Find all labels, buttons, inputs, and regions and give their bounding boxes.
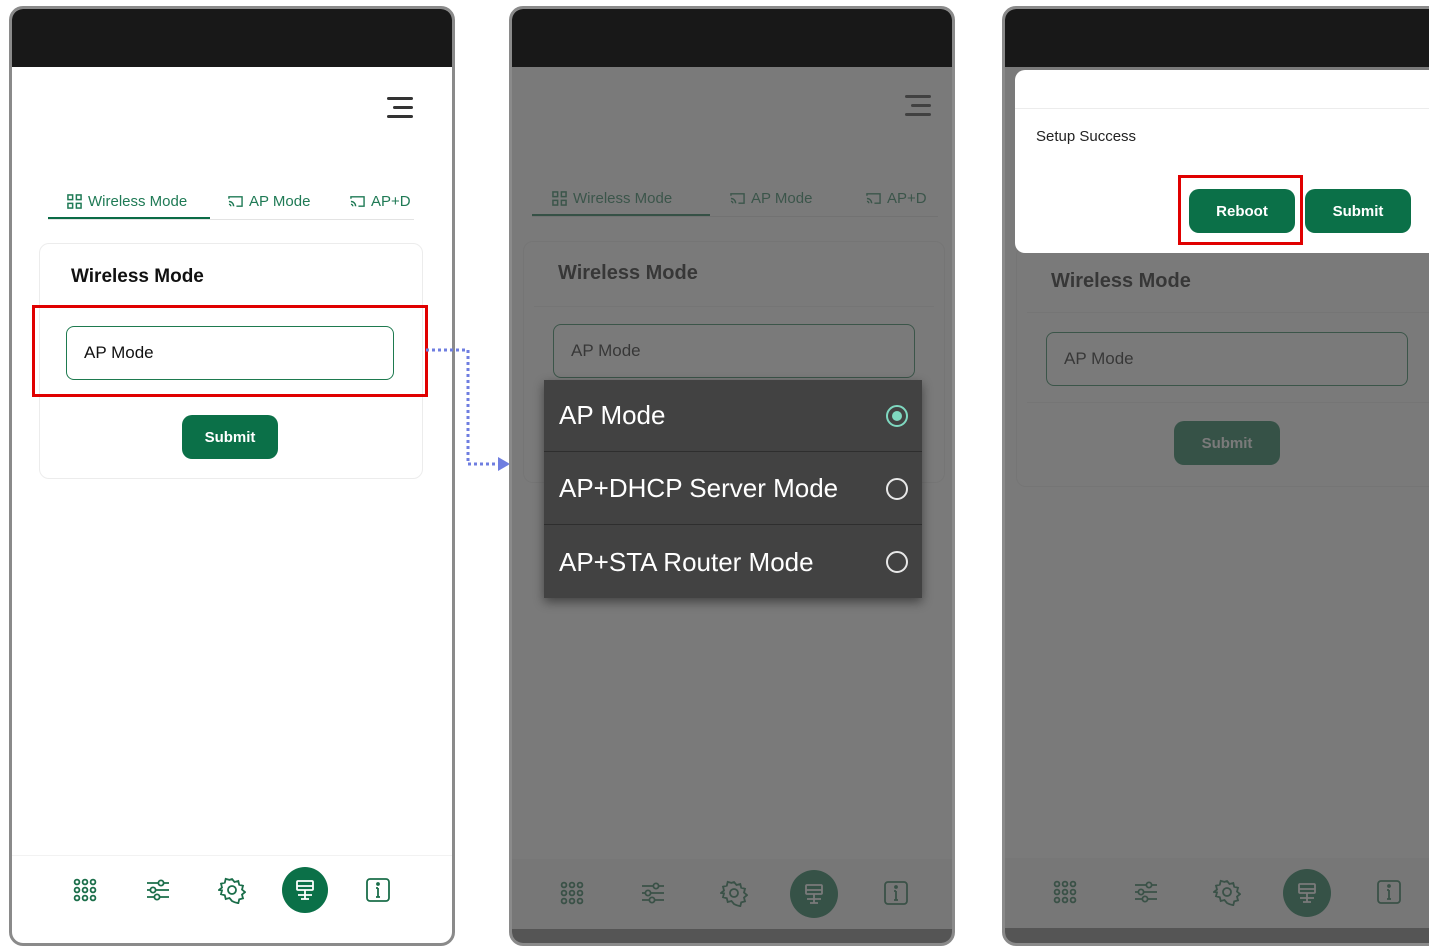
dropdown-option-ap-sta[interactable]: AP+STA Router Mode [544,526,922,598]
tabs-divider [48,219,414,220]
dialog-submit-button[interactable]: Submit [1305,189,1411,233]
cast-icon [350,195,365,207]
gear-icon[interactable] [216,876,247,905]
router-icon[interactable] [282,867,328,913]
option-label: AP+DHCP Server Mode [559,473,839,503]
grid-icon [67,193,82,209]
apps-grid-icon[interactable] [71,876,99,904]
tab-ap-dhcp[interactable]: AP+D [350,181,411,221]
cast-icon [228,195,243,207]
info-icon[interactable] [364,876,392,904]
phone-screen-1: Wireless Mode AP Mode AP+D Wireless Mode… [9,6,455,946]
tab-label: AP+D [371,192,411,210]
tab-label: Wireless Mode [88,192,188,210]
phone-screen-2: Wireless Mode AP Mode AP+D Wireless Mode… [509,6,955,946]
hamburger-menu-icon[interactable] [387,97,413,119]
mode-tabs: Wireless Mode AP Mode AP+D [12,181,452,225]
radio-unselected-icon [886,477,908,500]
highlight-box [32,305,428,397]
tab-ap-mode[interactable]: AP Mode [228,181,310,221]
bottom-nav [12,855,452,926]
dialog-divider [1015,108,1429,109]
mode-dropdown-menu: AP Mode AP+DHCP Server Mode AP+STA Route… [544,380,922,598]
bottom-overlay [1005,858,1429,943]
card-title: Wireless Mode [71,266,204,287]
radio-unselected-icon [886,551,908,573]
phone-screen-3: Wireless Mode AP Mode Submit Setup Succe… [1002,6,1429,946]
status-bar [1005,9,1429,67]
sliders-icon[interactable] [144,876,172,904]
highlight-box [1178,175,1303,245]
dropdown-option-ap-dhcp[interactable]: AP+DHCP Server Mode [544,453,922,525]
radio-selected-icon [886,404,908,427]
status-bar [12,9,452,67]
dialog-message: Setup Success [1036,128,1137,145]
dropdown-option-ap-mode[interactable]: AP Mode [544,380,922,452]
bottom-overlay [512,859,952,943]
submit-button[interactable]: Submit [182,415,278,459]
option-label: AP Mode [559,400,666,430]
option-label: AP+STA Router Mode [559,546,814,577]
status-bar [512,9,952,67]
tab-wireless-mode[interactable]: Wireless Mode [67,181,187,221]
tab-label: AP Mode [249,192,311,210]
